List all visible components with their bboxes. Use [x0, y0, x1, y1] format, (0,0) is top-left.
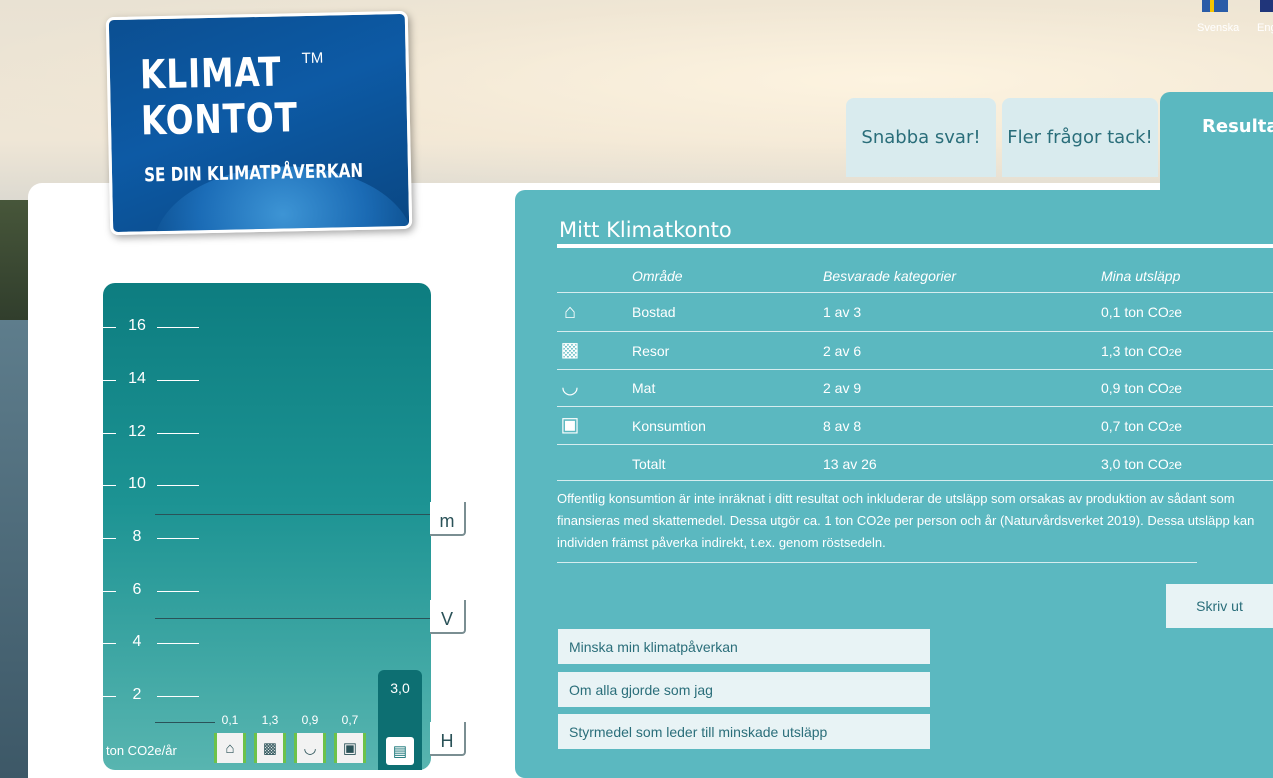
if-everyone-button[interactable]: Om alla gjorde som jag [558, 672, 930, 707]
logo-text-klimat: KLIMAT [139, 49, 282, 99]
logo-tagline: SE DIN KLIMATPÅVERKAN [143, 159, 364, 187]
print-button[interactable]: Skriv ut [1166, 584, 1273, 628]
row-bostad-emissions: 0,1 ton CO2e [1101, 304, 1183, 320]
row-total-area: Totalt [632, 456, 666, 472]
marker-v[interactable]: V [430, 600, 466, 634]
marker-h[interactable]: H [430, 722, 466, 756]
background-trees [0, 200, 30, 340]
document-icon: ▤ [386, 737, 414, 765]
marker-line-v [155, 618, 431, 619]
row-total-emissions: 3,0 ton CO2e [1101, 456, 1183, 472]
bar-resor[interactable]: 1,3 ▩ [254, 713, 286, 763]
logo-text-kontot: KONTOT [140, 95, 299, 145]
header-answered: Besvarade kategorier [823, 268, 957, 284]
screen-icon: ▣ [334, 733, 366, 763]
suitcase-icon: ▩ [560, 339, 580, 361]
gauge-tick: 8 [103, 528, 199, 545]
bar-bostad-value: 0,1 [221, 713, 239, 727]
language-english[interactable]: Eng [1257, 22, 1273, 34]
gauge-tick: 14 [103, 370, 199, 387]
bar-mat-value: 0,9 [301, 713, 319, 727]
bar-bostad[interactable]: 0,1 ⌂ [214, 713, 246, 763]
bar-konsumtion-value: 0,7 [341, 713, 359, 727]
marker-line-m [155, 514, 431, 515]
row-bostad-answered: 1 av 3 [823, 304, 862, 320]
tab-fler-fragor[interactable]: Fler frågor tack! [1002, 98, 1158, 177]
marker-m[interactable]: m [430, 502, 466, 536]
header-emissions: Mina utsläpp [1101, 268, 1181, 284]
row-resor-emissions: 1,3 ton CO2e [1101, 343, 1183, 359]
bar-konsumtion[interactable]: 0,7 ▣ [334, 713, 366, 763]
row-divider [557, 406, 1273, 407]
house-icon: ⌂ [214, 733, 246, 763]
bar-mat[interactable]: 0,9 ◡ [294, 713, 326, 763]
tab-resultat[interactable]: Resultat [1160, 92, 1273, 192]
header-area: Område [632, 268, 683, 284]
row-total-answered: 13 av 26 [823, 456, 877, 472]
gauge-tick: 16 [103, 317, 199, 334]
gauge-tick: 6 [103, 581, 199, 598]
row-bostad-area: Bostad [632, 304, 676, 320]
background-water [0, 320, 30, 778]
food-bowl-icon: ◡ [561, 376, 579, 398]
public-consumption-note: Offentlig konsumtion är inte inräknat i … [557, 491, 1255, 550]
reduce-impact-button[interactable]: Minska min klimatpåverkan [558, 629, 930, 664]
house-icon: ⌂ [563, 301, 577, 323]
suitcase-icon: ▩ [254, 733, 286, 763]
gauge-tick: 2 [103, 686, 199, 703]
title-divider [557, 244, 1273, 248]
english-flag-icon[interactable] [1260, 0, 1273, 12]
row-divider [557, 369, 1273, 370]
policy-instruments-button[interactable]: Styrmedel som leder till minskade utsläp… [558, 714, 930, 749]
total-bar-value: 3,0 [390, 680, 410, 696]
panel-title: Mitt Klimatkonto [559, 218, 732, 242]
bar-resor-value: 1,3 [261, 713, 279, 727]
language-svenska[interactable]: Svenska [1197, 22, 1239, 34]
row-resor-answered: 2 av 6 [823, 343, 862, 359]
row-konsumtion-emissions: 0,7 ton CO2e [1101, 418, 1183, 434]
gauge-unit-label: ton CO2e/år [106, 743, 177, 758]
marker-line-h [155, 722, 215, 723]
row-divider [557, 444, 1273, 445]
row-divider [557, 331, 1273, 332]
note-divider [557, 562, 1197, 563]
row-mat-area: Mat [632, 380, 656, 396]
row-resor-area: Resor [632, 343, 670, 359]
row-konsumtion-answered: 8 av 8 [823, 418, 862, 434]
swedish-flag-icon[interactable] [1202, 0, 1228, 12]
gauge-tick: 4 [103, 633, 199, 650]
row-konsumtion-area: Konsumtion [632, 418, 706, 434]
klimatkontot-logo[interactable]: KLIMAT TM KONTOT SE DIN KLIMATPÅVERKAN [105, 10, 413, 236]
tab-snabba-svar[interactable]: Snabba svar! [846, 98, 996, 177]
screen-icon: ▣ [560, 414, 580, 436]
row-divider [557, 292, 1273, 293]
food-bowl-icon: ◡ [294, 733, 326, 763]
row-mat-answered: 2 av 9 [823, 380, 862, 396]
row-divider [557, 480, 1273, 481]
gauge-tick: 12 [103, 423, 199, 440]
gauge-tick: 10 [103, 475, 199, 492]
logo-trademark: TM [301, 49, 324, 68]
row-mat-emissions: 0,9 ton CO2e [1101, 380, 1183, 396]
